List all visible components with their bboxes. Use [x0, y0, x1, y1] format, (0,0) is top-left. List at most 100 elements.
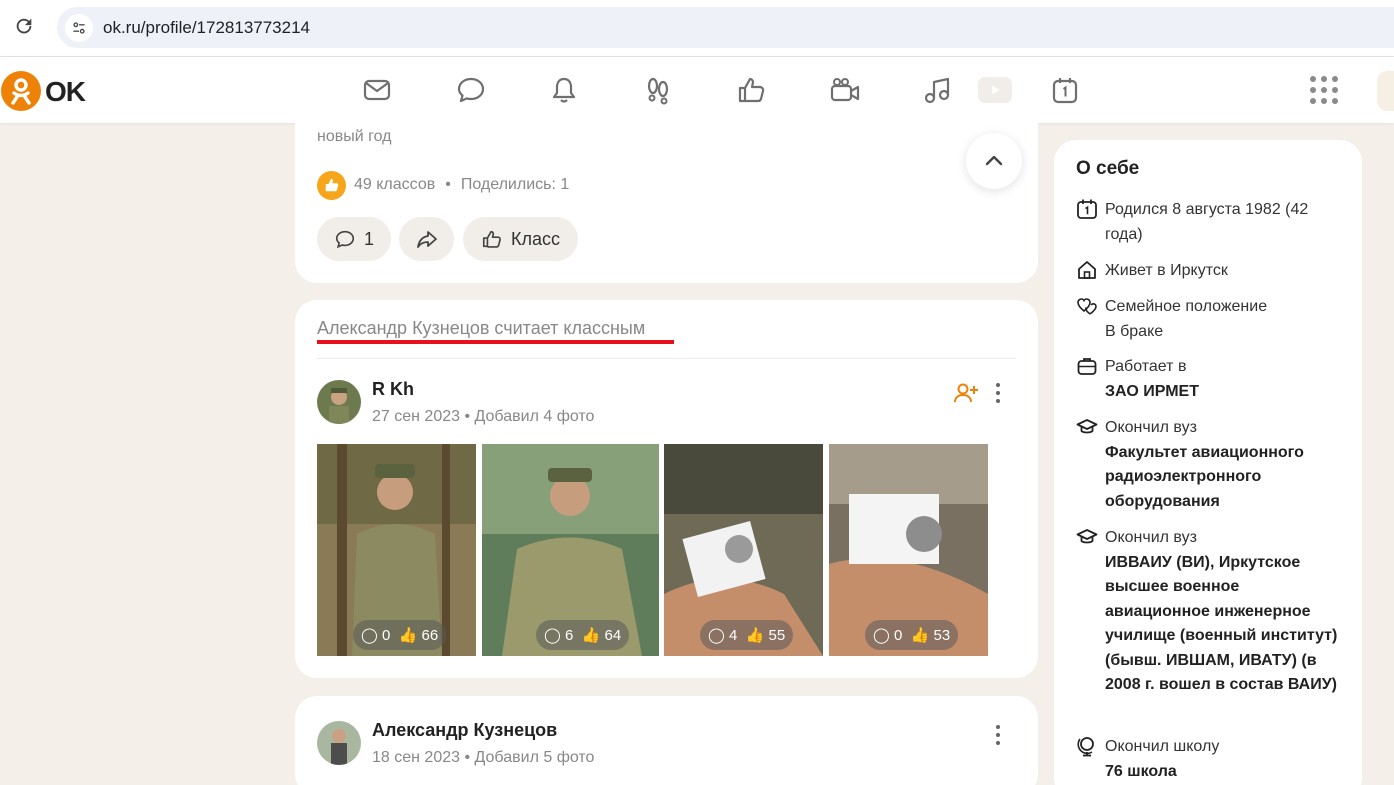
- photo-like-count: 53: [933, 626, 951, 644]
- chevron-up-icon: [985, 155, 1003, 166]
- photo-comment-count: 4: [728, 626, 738, 644]
- comment-icon: [335, 230, 355, 249]
- comment-icon: ◯: [708, 627, 725, 644]
- avatar[interactable]: [317, 721, 361, 765]
- thumb-up-icon: 👍: [745, 627, 765, 644]
- photo-stats: ◯ 6 👍 64: [536, 620, 630, 650]
- post-action: Добавил 5 фото: [474, 749, 595, 766]
- mail-icon[interactable]: [360, 73, 394, 107]
- scroll-up-button[interactable]: [966, 133, 1022, 189]
- photo-comment-count: 0: [381, 626, 391, 644]
- ok-logo-icon: [1, 71, 41, 111]
- graduation-cap-icon: [1076, 419, 1098, 434]
- photo-stats: ◯ 4 👍 55: [700, 620, 794, 650]
- edu1-text: Окончил вуз Факультет авиационного радио…: [1105, 416, 1343, 514]
- feed-post: Александр Кузнецов 18 сен 2023 • Добавил…: [295, 696, 1038, 785]
- thumb-up-icon: 👍: [910, 627, 930, 644]
- family-label: Семейное положение: [1105, 298, 1268, 315]
- post-photo[interactable]: ◯ 0 👍 53: [829, 444, 988, 656]
- more-options-icon[interactable]: [995, 383, 1001, 403]
- calendar-icon: [1077, 199, 1097, 219]
- post-stats: 49 классов • Поделились: 1: [317, 170, 569, 200]
- likes-count[interactable]: 49 классов: [354, 176, 435, 194]
- chat-icon[interactable]: [454, 73, 488, 107]
- class-reaction-icon: [317, 170, 346, 200]
- feed-post: Александр Кузнецов считает классным R Kh…: [295, 300, 1038, 678]
- post-photo[interactable]: ◯ 6 👍 64: [482, 444, 659, 656]
- about-title: О себе: [1076, 158, 1140, 179]
- edu2-value[interactable]: ИВВАИУ (ВИ), Иркутское высшее военное ав…: [1105, 551, 1343, 698]
- class-label: Класс: [511, 228, 560, 249]
- likes-icon[interactable]: [735, 73, 769, 107]
- comment-icon: ◯: [361, 627, 378, 644]
- edu1-value[interactable]: Факультет авиационного радиоэлектронного…: [1105, 441, 1343, 515]
- work-value[interactable]: ЗАО ИРМЕТ: [1105, 380, 1343, 405]
- guests-icon[interactable]: [641, 73, 675, 107]
- post-photo[interactable]: ◯ 4 👍 55: [664, 444, 823, 656]
- post-photo[interactable]: ◯ 0 👍 66: [317, 444, 476, 656]
- apps-grid-icon[interactable]: [1310, 76, 1338, 104]
- play-icon[interactable]: [978, 77, 1012, 103]
- hearts-icon: [1077, 298, 1097, 315]
- avatar[interactable]: [317, 380, 361, 424]
- photo-like-count: 55: [768, 626, 786, 644]
- url-text[interactable]: ok.ru/profile/172813773214: [103, 18, 310, 38]
- post-date[interactable]: 18 сен 2023: [372, 749, 460, 766]
- post-topic[interactable]: Александр Кузнецов считает классным: [317, 318, 645, 339]
- school-label: Окончил школу: [1105, 738, 1220, 755]
- work-text: Работает в ЗАО ИРМЕТ: [1105, 355, 1343, 404]
- home-icon: [1078, 261, 1096, 279]
- about-panel: О себе Родился 8 августа 1982 (42 года) …: [1054, 140, 1362, 785]
- family-value: В браке: [1105, 322, 1164, 340]
- thumb-up-icon: 👍: [581, 627, 601, 644]
- reload-icon[interactable]: [13, 15, 35, 37]
- bell-icon[interactable]: [547, 73, 581, 107]
- post-author[interactable]: Александр Кузнецов: [372, 720, 557, 741]
- photo-stats: ◯ 0 👍 53: [865, 620, 959, 650]
- born-text: Родился 8 августа 1982 (42 года): [1105, 201, 1309, 243]
- address-bar[interactable]: ok.ru/profile/172813773214: [57, 7, 1394, 48]
- school-text: Окончил школу 76 школа: [1105, 735, 1343, 784]
- calendar-icon[interactable]: [1048, 73, 1082, 107]
- browser-toolbar: ok.ru/profile/172813773214: [0, 0, 1394, 57]
- logo-text: OK: [45, 76, 86, 107]
- thumb-up-icon: 👍: [398, 627, 418, 644]
- lives-text[interactable]: Живет в Иркутск: [1105, 259, 1343, 284]
- comment-icon: ◯: [873, 627, 890, 644]
- photo-stats: ◯ 0 👍 66: [353, 620, 447, 650]
- comment-button[interactable]: 1: [317, 217, 391, 261]
- thumb-up-icon: [482, 230, 501, 248]
- graduation-cap-icon: [1076, 529, 1098, 544]
- red-underline: [317, 340, 674, 344]
- globe-icon: [1077, 737, 1094, 757]
- music-icon[interactable]: [921, 73, 955, 107]
- shares-count[interactable]: Поделились: 1: [461, 176, 569, 194]
- site-settings-icon[interactable]: [65, 14, 93, 42]
- share-icon: [416, 231, 437, 248]
- video-camera-icon[interactable]: [828, 73, 862, 107]
- post-meta: 27 сен 2023 • Добавил 4 фото: [372, 408, 595, 425]
- comment-count: 1: [363, 228, 374, 249]
- comment-icon: ◯: [544, 627, 561, 644]
- profile-menu-button[interactable]: [1377, 71, 1394, 111]
- more-options-icon[interactable]: [995, 725, 1001, 745]
- post-author[interactable]: R Kh: [372, 379, 414, 400]
- post-date[interactable]: 27 сен 2023: [372, 408, 460, 425]
- photo-like-count: 64: [604, 626, 622, 644]
- edu2-text: Окончил вуз ИВВАИУ (ВИ), Иркутское высше…: [1105, 526, 1343, 698]
- edu1-label: Окончил вуз: [1105, 419, 1197, 436]
- photo-like-count: 66: [421, 626, 439, 644]
- post-text: новый год: [317, 128, 392, 145]
- photo-comment-count: 6: [564, 626, 574, 644]
- ok-logo[interactable]: OK: [0, 61, 90, 121]
- separator: •: [445, 176, 451, 193]
- divider: [317, 358, 1016, 359]
- work-label: Работает в: [1105, 358, 1187, 375]
- class-button[interactable]: Класс: [463, 217, 578, 261]
- share-button[interactable]: [399, 217, 454, 261]
- edu2-label: Окончил вуз: [1105, 529, 1197, 546]
- school-value[interactable]: 76 школа: [1105, 760, 1343, 785]
- post-action: Добавил 4 фото: [474, 408, 595, 425]
- add-friend-icon[interactable]: [953, 380, 979, 406]
- feed-post: новый год 49 классов • Поделились: 1 1 К…: [295, 110, 1038, 283]
